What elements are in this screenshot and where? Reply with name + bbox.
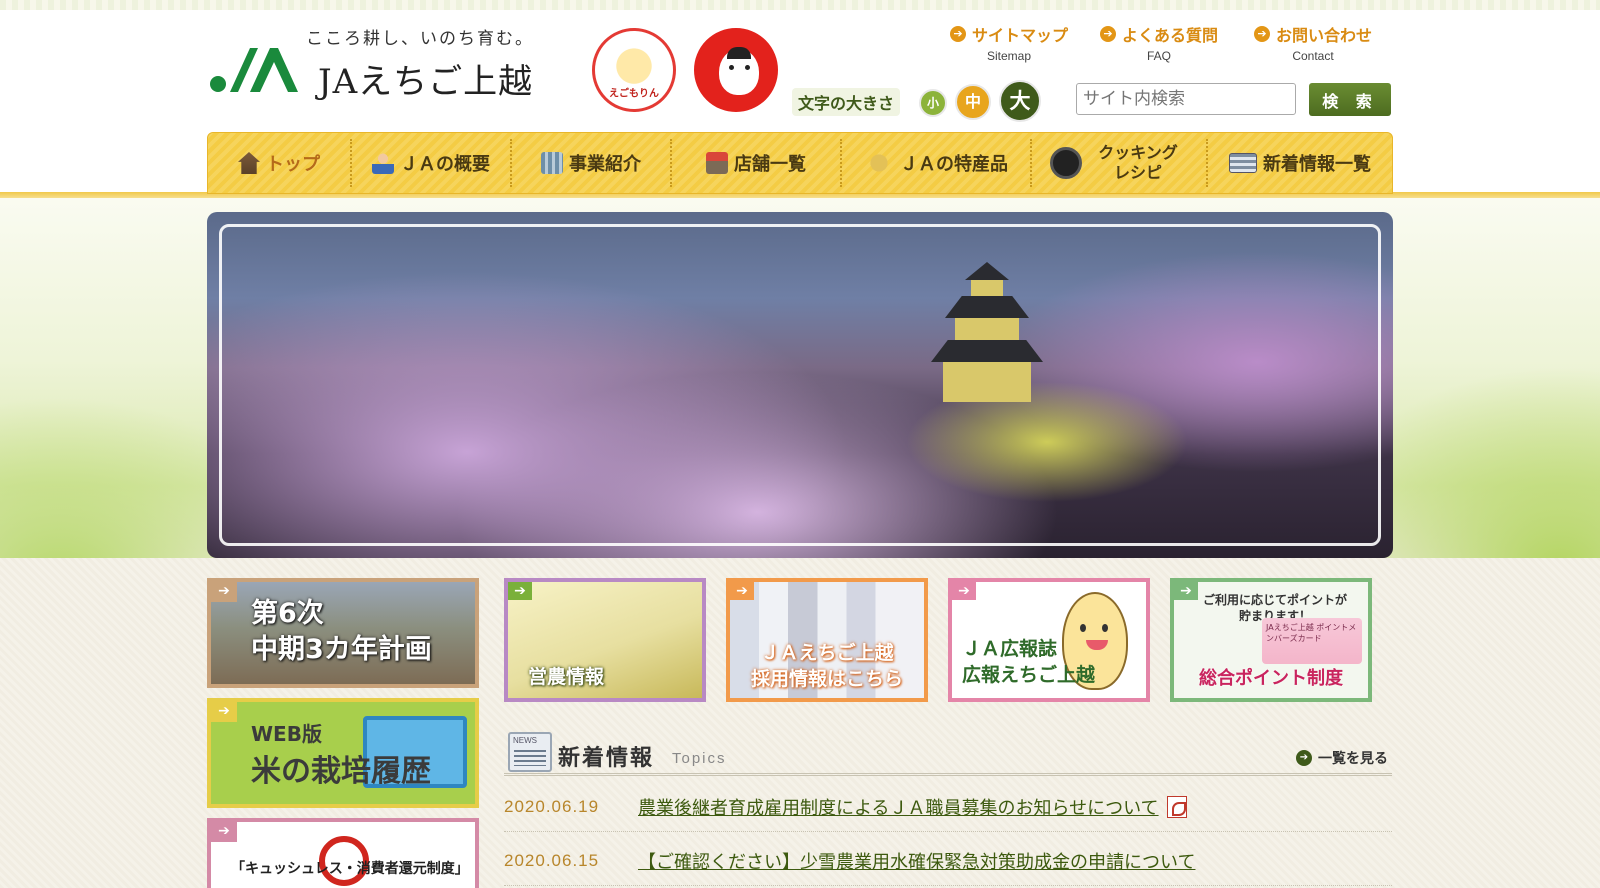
- global-nav: トップ ＪＡの概要 事業紹介 店舗一覧 ＪＡの特産品 クッキング レシピ 新着情…: [207, 132, 1393, 194]
- topics-subtitle: Topics: [672, 750, 727, 767]
- farming-banner-label: 営農情報: [528, 666, 605, 688]
- nav-item-recipes[interactable]: クッキング レシピ: [1032, 139, 1208, 187]
- news-link[interactable]: 農業後継者育成雇用制度によるＪＡ職員募集のお知らせについて: [638, 794, 1159, 820]
- faq-label-en: FAQ: [1147, 49, 1172, 63]
- ja-logo[interactable]: [208, 40, 298, 96]
- view-all-link[interactable]: ➔ 一覧を見る: [1296, 748, 1388, 768]
- font-size-small-button[interactable]: 小: [919, 89, 947, 117]
- farming-info-banner[interactable]: ➔ 営農情報: [504, 578, 706, 702]
- topics-header: 新着情報 Topics ➔ 一覧を見る: [504, 728, 1392, 776]
- arrow-right-icon: ➔: [508, 582, 532, 600]
- nav-label-about: ＪＡの概要: [400, 154, 490, 175]
- nav-label-top: トップ: [266, 154, 320, 175]
- nav-item-about[interactable]: ＪＡの概要: [352, 139, 512, 187]
- rice-banner-line1: WEB版: [251, 722, 322, 746]
- sitemap-link[interactable]: ➔ サイトマップ Sitemap: [950, 22, 1068, 63]
- font-size-medium-button[interactable]: 中: [955, 84, 991, 120]
- news-date: 2020.06.15: [504, 850, 600, 870]
- cashless-banner[interactable]: ➔ 「キュッシュレス・消費者還元制度」: [207, 818, 479, 888]
- arrow-right-icon: ➔: [211, 582, 237, 602]
- top-strip: [0, 0, 1600, 10]
- font-size-large-button[interactable]: 大: [999, 80, 1041, 122]
- mid-term-plan-banner[interactable]: ➔ 第6次 中期3カ年計画: [207, 578, 479, 688]
- news-item: 2020.06.15 【ご確認ください】少雪農業用水確保緊急対策助成金の申請につ…: [504, 836, 1392, 886]
- nav-item-stores[interactable]: 店舗一覧: [672, 139, 842, 187]
- view-all-label: 一覧を見る: [1318, 751, 1388, 767]
- rice-banner-line2: 米の栽培履歴: [251, 754, 431, 789]
- hero-frame: [219, 224, 1381, 546]
- mascot-egomorin-badge[interactable]: えごもりん: [592, 28, 676, 112]
- points-program-banner[interactable]: ➔ ご利用に応じてポイントが 貯まります！ JAえちご上越 ポイントメンバーズカ…: [1170, 578, 1372, 702]
- site-name[interactable]: JAえちご上越: [318, 54, 533, 103]
- newspaper-icon: [508, 732, 552, 772]
- hero-image-cherry-blossom-castle[interactable]: [207, 212, 1393, 558]
- faq-label: よくある質問: [1122, 26, 1219, 45]
- contact-link[interactable]: ➔ お問い合わせ Contact: [1254, 22, 1372, 63]
- arrow-right-icon: ➔: [1254, 26, 1270, 42]
- arrow-right-icon: ➔: [211, 822, 237, 842]
- nav-item-news[interactable]: 新着情報一覧: [1208, 139, 1392, 187]
- plan-banner-line1: 第6次: [251, 598, 324, 629]
- pr-magazine-banner[interactable]: ➔ ＪＡ広報誌 広報えちご上越: [948, 578, 1150, 702]
- points-banner-line1: ご利用に応じてポイントが: [1202, 593, 1347, 607]
- arrow-right-icon: ➔: [1296, 750, 1312, 766]
- topics-title: 新着情報: [558, 746, 655, 771]
- nav-item-business[interactable]: 事業紹介: [512, 139, 672, 187]
- plan-banner-line2: 中期3カ年計画: [251, 634, 432, 665]
- sitemap-label: サイトマップ: [972, 26, 1069, 45]
- shop-icon: [706, 152, 728, 174]
- nav-item-products[interactable]: ＪＡの特産品: [842, 139, 1032, 187]
- news-icon: [1229, 153, 1257, 173]
- news-link[interactable]: 【ご確認ください】少雪農業用水確保緊急対策助成金の申請について: [638, 848, 1195, 874]
- points-banner-label: 総合ポイント制度: [1199, 668, 1343, 689]
- faq-link[interactable]: ➔ よくある質問 FAQ: [1100, 22, 1218, 63]
- mascot-project-badge[interactable]: [694, 28, 778, 112]
- news-item: 2020.06.19 農業後継者育成雇用制度によるＪＡ職員募集のお知らせについて: [504, 782, 1392, 832]
- mascot-face-icon: [719, 47, 759, 95]
- cashless-banner-label: 「キュッシュレス・消費者還元制度」: [231, 861, 469, 877]
- recruit-banner[interactable]: ➔ ＪＡえちご上越 採用情報はこちら: [726, 578, 928, 702]
- nav-label-business: 事業紹介: [569, 154, 641, 175]
- sitemap-label-en: Sitemap: [986, 49, 1032, 63]
- recruit-banner-line1: ＪＡえちご上越: [760, 642, 894, 664]
- arrow-right-icon: ➔: [952, 582, 976, 600]
- points-card: JAえちご上越 ポイントメンバーズカード: [1262, 618, 1362, 664]
- nav-item-top[interactable]: トップ: [208, 139, 352, 187]
- arrow-right-icon: ➔: [211, 702, 237, 722]
- nav-label-recipes: クッキング レシピ: [1098, 143, 1178, 182]
- nav-label-stores: 店舗一覧: [734, 154, 806, 175]
- pdf-icon: [1166, 795, 1187, 818]
- contact-label-en: Contact: [1292, 49, 1334, 63]
- rice-cultivation-history-banner[interactable]: ➔ WEB版 米の栽培履歴: [207, 698, 479, 808]
- frying-pan-icon: [1050, 147, 1082, 179]
- font-size-label: 文字の大きさ: [792, 88, 901, 116]
- recruit-banner-line2: 採用情報はこちら: [750, 668, 903, 690]
- search-button[interactable]: 検 索: [1309, 83, 1391, 116]
- contact-label: お問い合わせ: [1276, 26, 1373, 45]
- building-icon: [541, 152, 563, 174]
- nav-label-products: ＪＡの特産品: [900, 154, 1008, 175]
- pr-banner-line2: 広報えちご上越: [962, 664, 1096, 686]
- arrow-right-icon: ➔: [1100, 26, 1116, 42]
- rice-icon: [864, 148, 894, 178]
- site-search-input[interactable]: [1076, 83, 1296, 115]
- person-icon: [372, 152, 394, 174]
- arrow-right-icon: ➔: [730, 582, 754, 600]
- mascot-label: えごもりん: [609, 88, 659, 100]
- tagline: こころ耕し、いのち育む。: [306, 29, 534, 49]
- pr-banner-line1: ＪＡ広報誌: [962, 638, 1058, 660]
- news-date: 2020.06.19: [504, 796, 600, 816]
- arrow-right-icon: ➔: [950, 26, 966, 42]
- nav-label-news: 新着情報一覧: [1263, 154, 1371, 175]
- home-icon: [238, 152, 260, 174]
